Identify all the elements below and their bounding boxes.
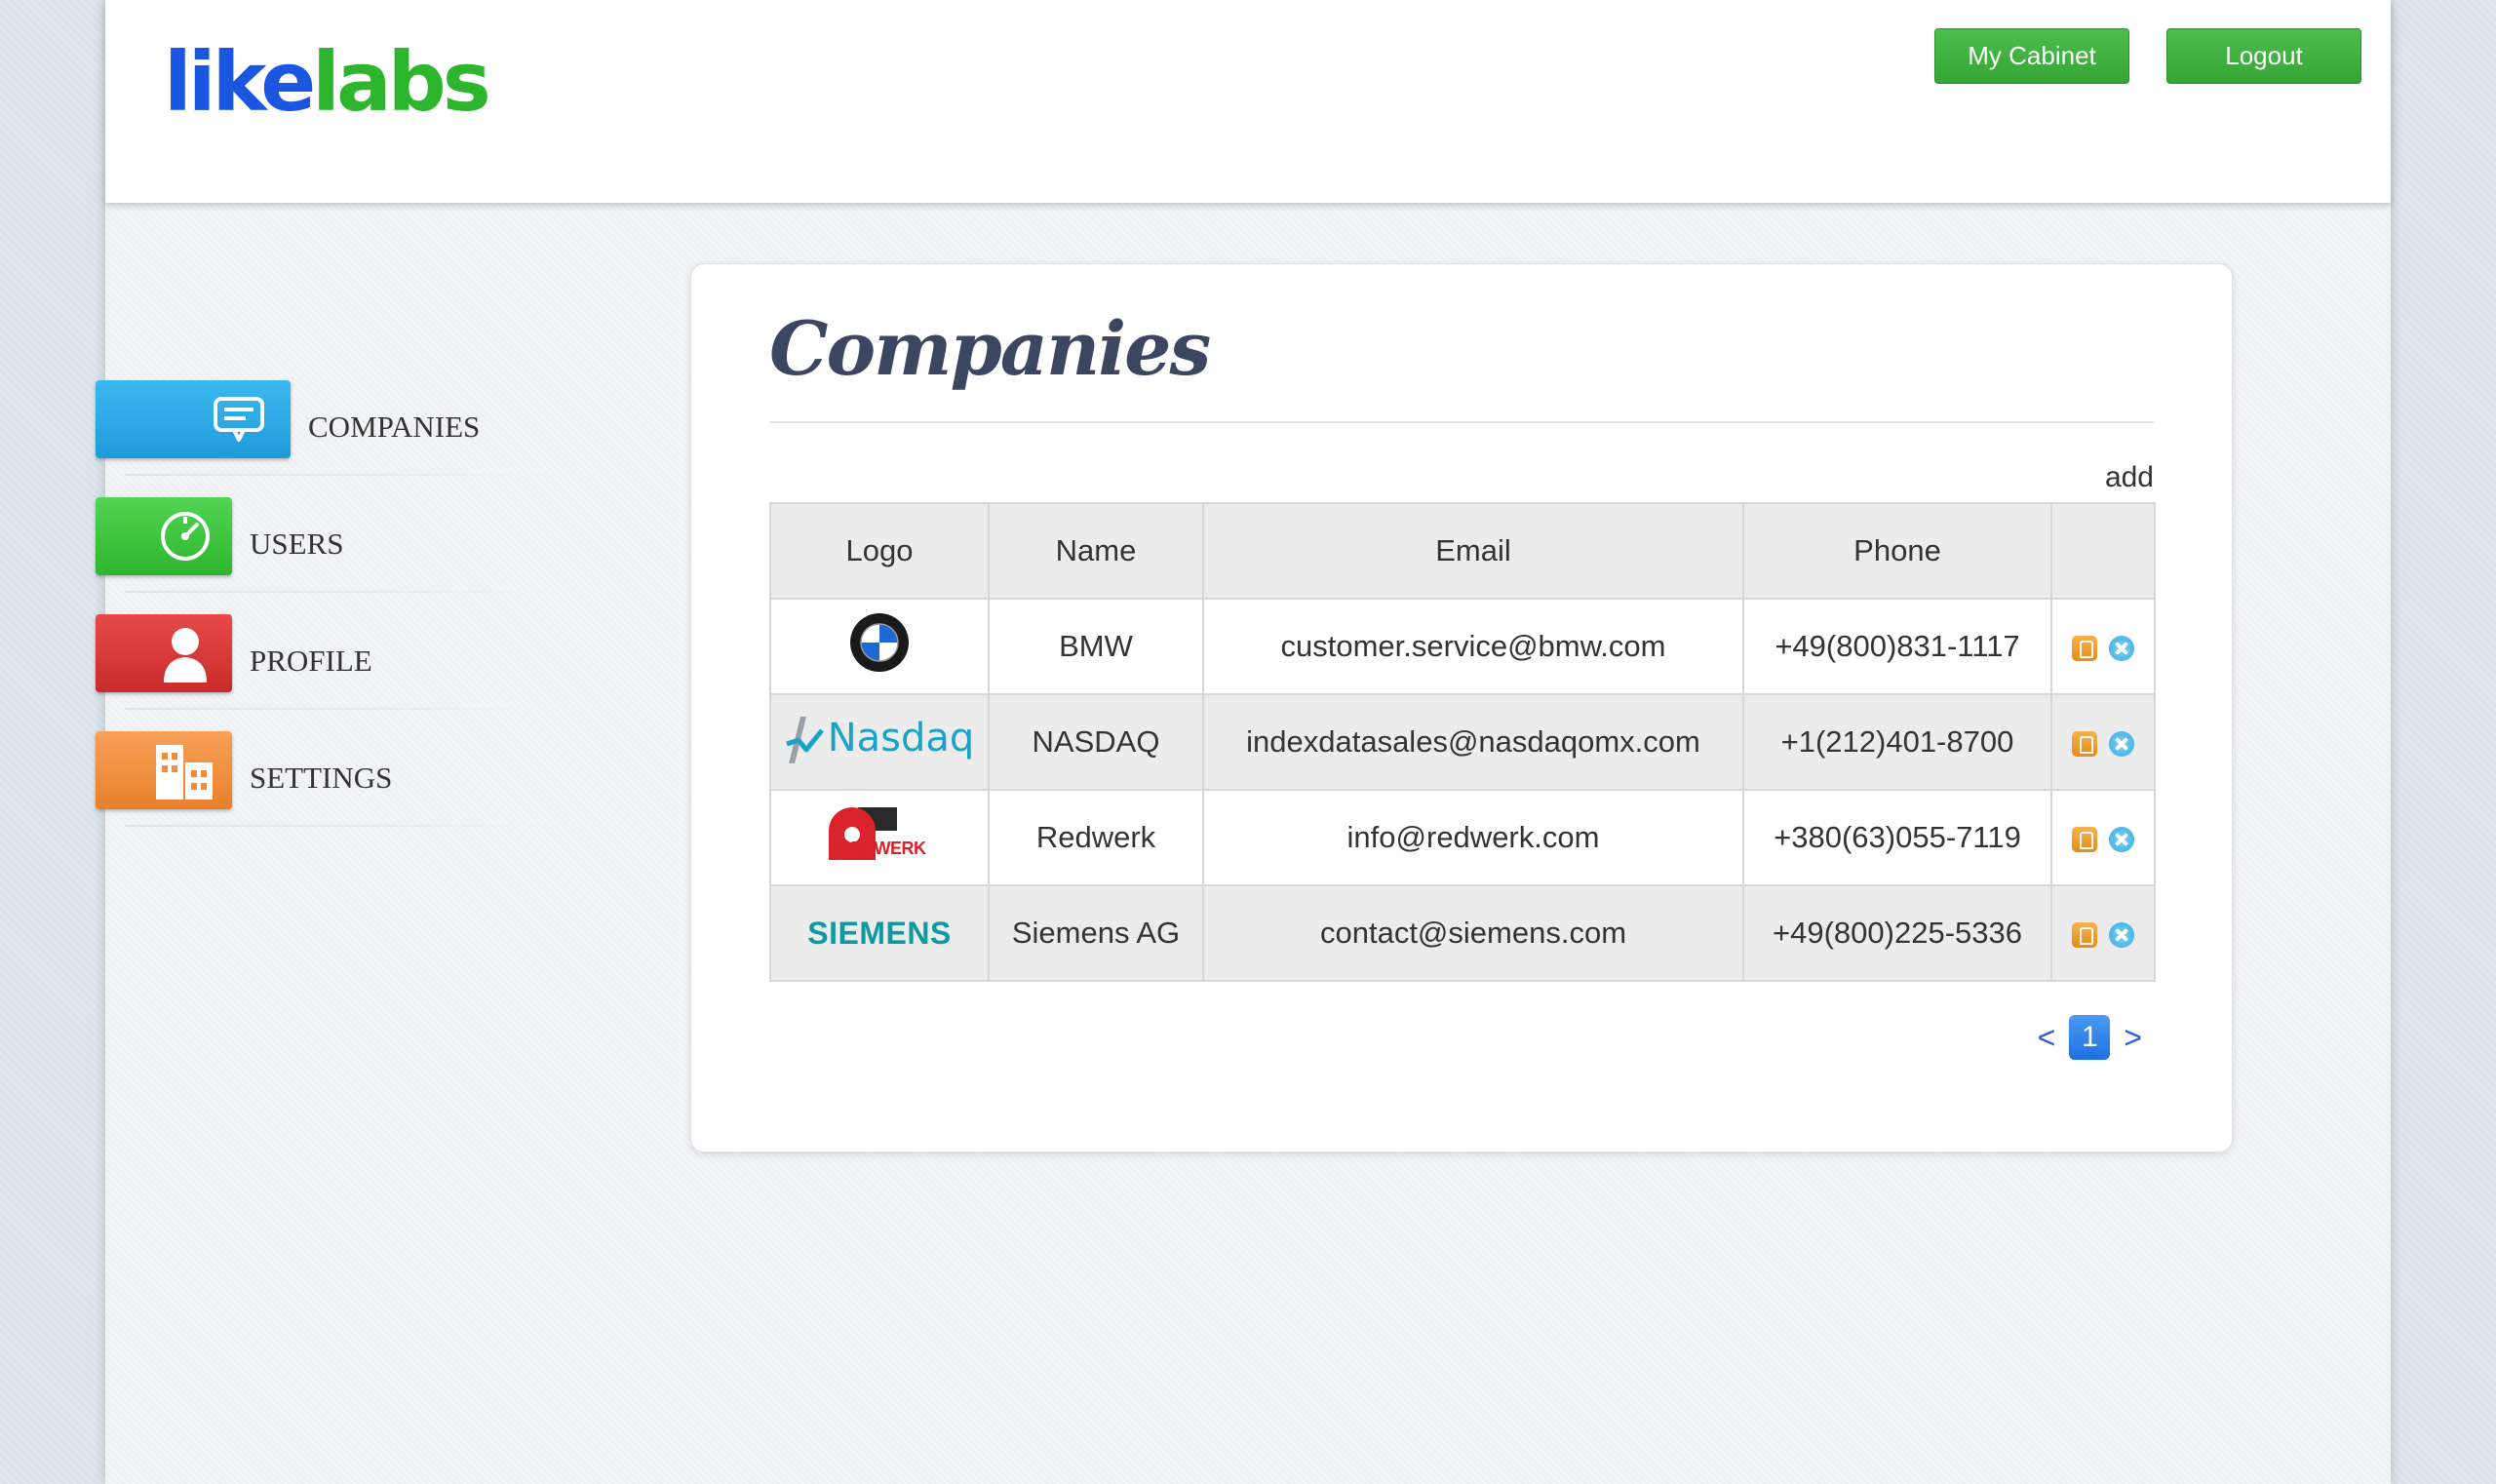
sidebar-divider: [125, 708, 612, 710]
company-email: indexdatasales@nasdaqomx.com: [1202, 693, 1744, 791]
nasdaq-mark-icon: [785, 717, 824, 763]
chat-bubble-icon: [214, 397, 264, 442]
siemens-logo: SIEMENS: [807, 915, 952, 951]
column-header-email: Email: [1202, 502, 1744, 600]
sidebar-label-profile: PROFILE: [250, 644, 372, 678]
bmw-logo: [850, 613, 909, 672]
row-actions: [2050, 884, 2156, 982]
delete-icon[interactable]: [2109, 635, 2134, 661]
sidebar-item-profile[interactable]: PROFILE: [96, 614, 612, 710]
edit-icon[interactable]: [2072, 921, 2097, 948]
sidebar-divider: [125, 474, 612, 476]
company-email: contact@siemens.com: [1202, 884, 1744, 982]
table-row: Nasdaq NASDAQ indexdatasales@nasdaqomx.c…: [769, 693, 2156, 791]
company-phone: +380(63)055-7119: [1742, 789, 2052, 886]
company-phone: +1(212)401-8700: [1742, 693, 2052, 791]
sidebar-tile-settings: [96, 731, 232, 809]
table-row: REDWERK Redwerk info@redwerk.com +380(63…: [769, 789, 2156, 886]
column-header-name: Name: [988, 502, 1204, 600]
table-row: SIEMENS Siemens AG contact@siemens.com +…: [769, 884, 2156, 982]
sidebar-item-users[interactable]: USERS: [96, 497, 612, 593]
logo-cell: Nasdaq: [769, 693, 990, 791]
logo-part-labs: labs: [312, 34, 491, 130]
logo-part-like: like: [164, 34, 316, 130]
column-header-logo: Logo: [769, 502, 990, 600]
company-phone: +49(800)225-5336: [1742, 884, 2052, 982]
pagination-next[interactable]: >: [2124, 1020, 2142, 1056]
nasdaq-logo-text: Nasdaq: [827, 716, 975, 761]
companies-panel: Companies add Logo Name Email Phone BMW …: [690, 263, 2233, 1152]
table-row: BMW customer.service@bmw.com +49(800)831…: [769, 598, 2156, 695]
company-email: customer.service@bmw.com: [1202, 598, 1744, 695]
title-divider: [769, 421, 2154, 423]
pagination-page-1[interactable]: 1: [2069, 1015, 2111, 1060]
company-name: NASDAQ: [988, 693, 1204, 791]
edit-icon[interactable]: [2072, 635, 2097, 661]
nasdaq-logo: Nasdaq: [785, 711, 975, 765]
logo-cell: SIEMENS: [769, 884, 990, 982]
table-header-row: Logo Name Email Phone: [769, 502, 2156, 600]
my-cabinet-button[interactable]: My Cabinet: [1934, 28, 2129, 84]
edit-icon[interactable]: [2072, 730, 2097, 757]
sidebar-divider: [125, 591, 612, 593]
edit-icon[interactable]: [2072, 826, 2097, 852]
header: likelabs My Cabinet Logout: [105, 0, 2391, 203]
company-name: Redwerk: [988, 789, 1204, 886]
logout-button[interactable]: Logout: [2166, 28, 2361, 84]
sidebar-item-settings[interactable]: SETTINGS: [96, 731, 612, 827]
sidebar-label-users: USERS: [250, 527, 344, 561]
page-title: Companies: [769, 305, 1211, 392]
column-header-phone: Phone: [1742, 502, 2052, 600]
column-header-actions: [2050, 502, 2156, 600]
site-logo[interactable]: likelabs: [164, 41, 491, 123]
sidebar-label-settings: SETTINGS: [250, 761, 393, 795]
row-actions: [2050, 598, 2156, 695]
company-name: BMW: [988, 598, 1204, 695]
company-phone: +49(800)831-1117: [1742, 598, 2052, 695]
logo-cell: REDWERK: [769, 789, 990, 886]
logo-cell: [769, 598, 990, 695]
redwerk-logo: REDWERK: [825, 805, 934, 862]
delete-icon[interactable]: [2109, 730, 2134, 757]
pagination-prev[interactable]: <: [2038, 1020, 2056, 1056]
building-icon: [156, 745, 213, 800]
delete-icon[interactable]: [2109, 921, 2134, 948]
sidebar-tile-profile: [96, 614, 232, 692]
person-icon: [164, 628, 207, 683]
add-company-link[interactable]: add: [2105, 461, 2154, 494]
pagination: < 1 >: [2038, 1015, 2142, 1060]
sidebar-item-companies[interactable]: COMPANIES: [96, 380, 612, 476]
row-actions: [2050, 789, 2156, 886]
sidebar-label-companies: COMPANIES: [308, 410, 481, 444]
row-actions: [2050, 693, 2156, 791]
page: likelabs My Cabinet Logout COMPANIES USE…: [96, 0, 2391, 1484]
sidebar-divider: [125, 825, 612, 827]
sidebar-tile-companies: [96, 380, 291, 458]
sidebar-tile-users: [96, 497, 232, 575]
company-email: info@redwerk.com: [1202, 789, 1744, 886]
delete-icon[interactable]: [2109, 826, 2134, 852]
speedometer-icon: [161, 512, 210, 561]
redwerk-logo-text: REDWERK: [838, 839, 926, 858]
companies-table: Logo Name Email Phone BMW customer.servi…: [769, 502, 2156, 982]
company-name: Siemens AG: [988, 884, 1204, 982]
